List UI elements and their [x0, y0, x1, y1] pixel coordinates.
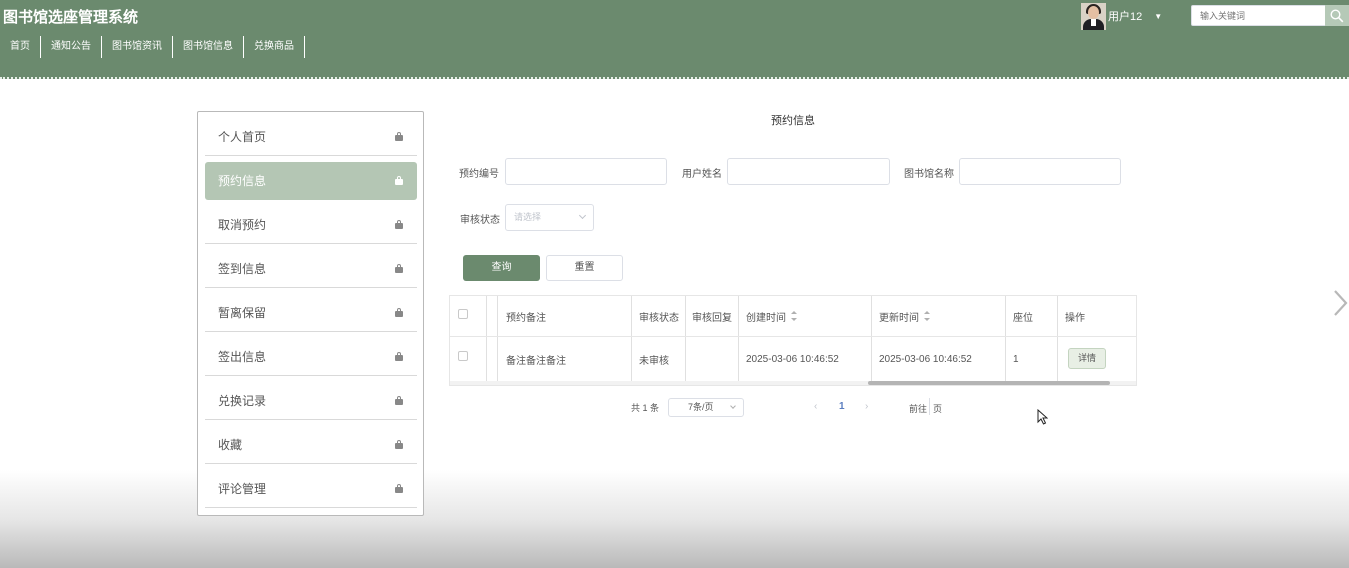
col-header-label: 创建时间 — [746, 312, 786, 324]
chevron-down-icon — [578, 211, 587, 220]
lock-icon — [395, 440, 403, 449]
library-name-label: 图书馆名称 — [904, 169, 954, 180]
page-size-select[interactable]: 7条/页 — [668, 398, 744, 417]
sort-icon[interactable] — [791, 311, 797, 321]
chevron-down-icon — [730, 403, 736, 409]
reset-button[interactable]: 重置 — [546, 255, 623, 281]
lock-icon — [395, 264, 403, 273]
review-status-label: 审核状态 — [460, 215, 500, 226]
col-header-created-at[interactable]: 创建时间 — [746, 296, 797, 336]
sidebar-item-redeem-records[interactable]: 兑换记录 — [205, 382, 417, 420]
lock-icon — [395, 176, 403, 185]
sidebar-item-checkin-info[interactable]: 签到信息 — [205, 250, 417, 288]
sidebar-item-personal-home[interactable]: 个人首页 — [205, 118, 417, 156]
sidebar-item-comment-management[interactable]: 评论管理 — [205, 470, 417, 508]
sidebar-item-temporary-leave[interactable]: 暂离保留 — [205, 294, 417, 332]
next-page-icon[interactable]: › — [865, 401, 868, 412]
sidebar-item-label: 收藏 — [218, 438, 243, 452]
caret-down-icon: ▼ — [1154, 11, 1163, 21]
col-header-action: 操作 — [1065, 312, 1085, 324]
pagination-total: 共 1 条 — [631, 403, 660, 413]
top-header: 图书馆选座管理系统 用户12 ▼ 首页 通知公告 图书馆资讯 图书馆信息 兑换商… — [0, 0, 1349, 79]
search-input[interactable] — [1191, 5, 1326, 26]
lock-icon — [395, 484, 403, 493]
lock-icon — [395, 132, 403, 141]
nav-item-home[interactable]: 首页 — [0, 36, 41, 58]
cell-created-at: 2025-03-06 10:46:52 — [746, 353, 839, 365]
sidebar-item-booking-info[interactable]: 预约信息 — [205, 162, 417, 200]
booking-no-input[interactable] — [505, 158, 667, 185]
nav-item-notices[interactable]: 通知公告 — [41, 36, 102, 58]
user-name: 用户12 — [1108, 11, 1143, 23]
cell-seat: 1 — [1013, 353, 1019, 365]
col-header-seat: 座位 — [1013, 312, 1033, 324]
main-nav: 首页 通知公告 图书馆资讯 图书馆信息 兑换商品 — [0, 36, 305, 58]
sidebar-item-label: 暂离保留 — [218, 306, 267, 320]
avatar — [1081, 2, 1106, 30]
col-header-updated-at[interactable]: 更新时间 — [879, 296, 930, 336]
user-name-input[interactable] — [727, 158, 890, 185]
sidebar-item-cancel-booking[interactable]: 取消预约 — [205, 206, 417, 244]
detail-button[interactable]: 详情 — [1068, 348, 1106, 369]
select-all-checkbox[interactable] — [458, 309, 468, 319]
row-checkbox[interactable] — [458, 351, 468, 361]
nav-item-redeem-goods[interactable]: 兑换商品 — [244, 36, 305, 58]
nav-item-library-news[interactable]: 图书馆资讯 — [102, 36, 173, 58]
chevron-right-icon[interactable] — [1330, 288, 1349, 318]
query-button[interactable]: 查询 — [463, 255, 540, 281]
review-status-select[interactable]: 请选择 — [505, 204, 594, 231]
goto-label: 前往 — [909, 404, 928, 414]
page-size-value: 7条/页 — [688, 402, 714, 412]
prev-page-icon[interactable]: ‹ — [814, 401, 817, 412]
page-unit-label: 页 — [933, 404, 943, 414]
sidebar-item-label: 兑换记录 — [218, 394, 267, 408]
mouse-cursor-icon — [1037, 409, 1048, 425]
review-status-placeholder: 请选择 — [514, 212, 542, 222]
sort-icon[interactable] — [924, 311, 930, 321]
sidebar-item-label: 签出信息 — [218, 350, 267, 364]
nav-item-library-info[interactable]: 图书馆信息 — [173, 36, 244, 58]
search-button[interactable] — [1325, 5, 1349, 26]
lock-icon — [395, 308, 403, 317]
page-number-current[interactable]: 1 — [839, 401, 845, 412]
col-header-review-status: 审核状态 — [639, 312, 679, 324]
sidebar-item-label: 个人首页 — [218, 130, 267, 144]
cell-review-status: 未审核 — [639, 355, 669, 367]
lock-icon — [395, 396, 403, 405]
site-title: 图书馆选座管理系统 — [3, 9, 139, 26]
sidebar-item-label: 预约信息 — [218, 174, 267, 188]
sidebar: 个人首页 预约信息 取消预约 签到信息 暂离保留 签出信息 兑换记录 收藏 评论… — [197, 111, 424, 516]
user-menu[interactable]: 用户12 ▼ — [1081, 2, 1162, 30]
lock-icon — [395, 352, 403, 361]
col-header-remark: 预约备注 — [506, 312, 546, 324]
sidebar-item-checkout-info[interactable]: 签出信息 — [205, 338, 417, 376]
user-name-label: 用户姓名 — [682, 169, 722, 180]
col-header-label: 更新时间 — [879, 312, 919, 324]
col-header-review-reply: 审核回复 — [692, 312, 732, 324]
lock-icon — [395, 220, 403, 229]
cell-updated-at: 2025-03-06 10:46:52 — [879, 353, 972, 365]
search-icon — [1330, 8, 1344, 22]
booking-no-label: 预约编号 — [459, 169, 499, 180]
booking-table: 预约备注 审核状态 审核回复 创建时间 更新时间 座位 操作 备注备注备注 未审… — [449, 295, 1137, 386]
library-name-input[interactable] — [959, 158, 1121, 185]
cell-remark: 备注备注备注 — [506, 355, 566, 367]
sidebar-item-label: 签到信息 — [218, 262, 267, 276]
page-title: 预约信息 — [771, 115, 815, 127]
sidebar-item-favorites[interactable]: 收藏 — [205, 426, 417, 464]
sidebar-item-label: 取消预约 — [218, 218, 267, 232]
scrollbar-thumb[interactable] — [868, 381, 1110, 385]
goto-page-input[interactable] — [929, 398, 932, 415]
sidebar-item-label: 评论管理 — [218, 482, 267, 496]
